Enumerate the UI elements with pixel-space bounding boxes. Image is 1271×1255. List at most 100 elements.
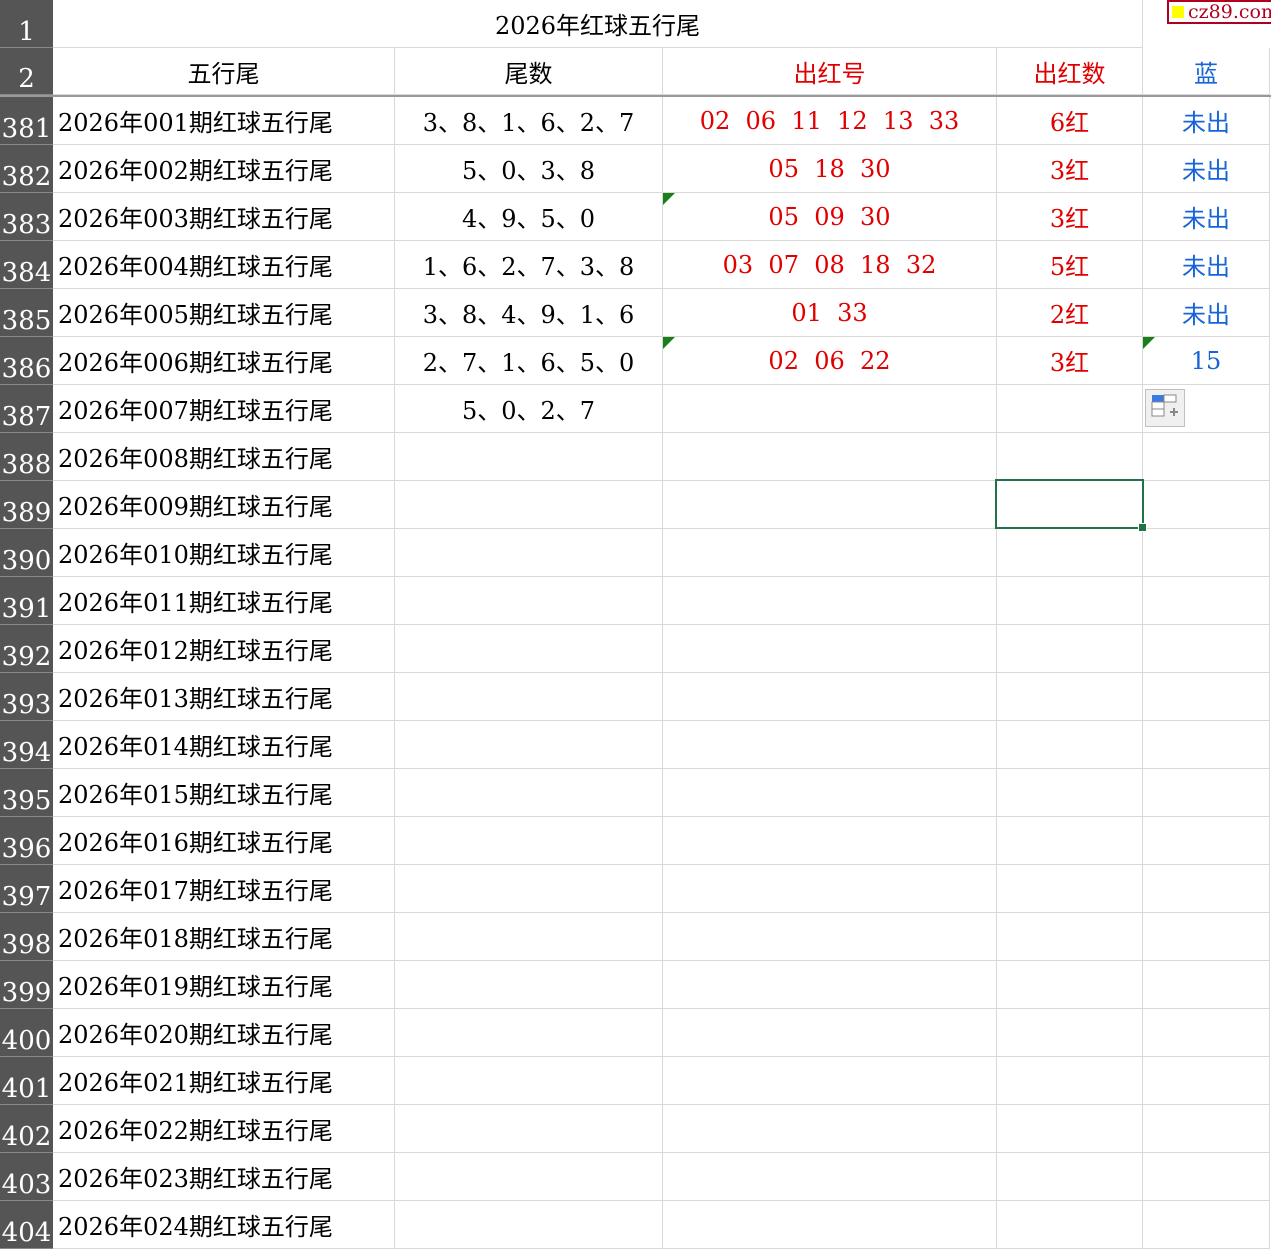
cell-b[interactable] (395, 1009, 663, 1057)
row-header[interactable]: 2 (0, 48, 53, 95)
row-header[interactable]: 397 (0, 865, 53, 913)
header-red-numbers[interactable]: 出红号 (663, 48, 997, 95)
row-header[interactable]: 385 (0, 289, 53, 337)
cell-c[interactable] (663, 817, 997, 865)
row-header[interactable]: 384 (0, 241, 53, 289)
cell-c[interactable]: 05 18 30 (663, 145, 997, 193)
cell-a[interactable]: 2026年024期红球五行尾 (53, 1201, 395, 1249)
cell-a[interactable]: 2026年009期红球五行尾 (53, 481, 395, 529)
cell-c[interactable] (663, 385, 997, 433)
cell-d[interactable] (997, 433, 1143, 481)
row-header[interactable]: 392 (0, 625, 53, 673)
cell-d[interactable] (997, 1057, 1143, 1105)
row-header[interactable]: 399 (0, 961, 53, 1009)
cell-b[interactable]: 4、9、5、0 (395, 193, 663, 241)
cell-a[interactable]: 2026年001期红球五行尾 (53, 97, 395, 145)
cell-b[interactable]: 5、0、2、7 (395, 385, 663, 433)
cell-a[interactable]: 2026年023期红球五行尾 (53, 1153, 395, 1201)
cell-a[interactable]: 2026年005期红球五行尾 (53, 289, 395, 337)
cell-b[interactable] (395, 913, 663, 961)
row-header[interactable]: 398 (0, 913, 53, 961)
cell-e[interactable] (1143, 1105, 1270, 1153)
cell-e[interactable]: 15 (1143, 337, 1270, 385)
row-header[interactable]: 395 (0, 769, 53, 817)
cell-c[interactable] (663, 481, 997, 529)
cell-b[interactable] (395, 865, 663, 913)
cell-e[interactable] (1143, 1201, 1270, 1249)
cell-b[interactable] (395, 529, 663, 577)
row-header[interactable]: 393 (0, 673, 53, 721)
cell-d[interactable]: 3红 (997, 145, 1143, 193)
cell-c[interactable] (663, 673, 997, 721)
cell-a[interactable]: 2026年020期红球五行尾 (53, 1009, 395, 1057)
cell-d[interactable] (997, 769, 1143, 817)
cell-b[interactable]: 5、0、3、8 (395, 145, 663, 193)
cell-a[interactable]: 2026年019期红球五行尾 (53, 961, 395, 1009)
cell-a[interactable]: 2026年016期红球五行尾 (53, 817, 395, 865)
fill-handle[interactable] (1138, 523, 1147, 532)
cell-c[interactable]: 05 09 30 (663, 193, 997, 241)
cell-e[interactable] (1143, 625, 1270, 673)
cell-e[interactable] (1143, 817, 1270, 865)
row-header[interactable]: 382 (0, 145, 53, 193)
cell-d[interactable] (997, 673, 1143, 721)
cell-c[interactable] (663, 721, 997, 769)
cell-c[interactable] (663, 625, 997, 673)
row-header[interactable]: 389 (0, 481, 53, 529)
row-header[interactable]: 403 (0, 1153, 53, 1201)
cell-a[interactable]: 2026年012期红球五行尾 (53, 625, 395, 673)
cell-d[interactable] (997, 913, 1143, 961)
cell-e[interactable] (1143, 1153, 1270, 1201)
cell-c[interactable] (663, 865, 997, 913)
cell-b[interactable]: 1、6、2、7、3、8 (395, 241, 663, 289)
cell-a[interactable]: 2026年007期红球五行尾 (53, 385, 395, 433)
cell-b[interactable] (395, 817, 663, 865)
cell-d[interactable] (997, 577, 1143, 625)
cell-a[interactable]: 2026年003期红球五行尾 (53, 193, 395, 241)
cell-d[interactable]: 6红 (997, 97, 1143, 145)
cell-c[interactable] (663, 1057, 997, 1105)
cell-b[interactable] (395, 1153, 663, 1201)
cell-b[interactable] (395, 673, 663, 721)
cell-b[interactable] (395, 625, 663, 673)
cell-e[interactable] (1143, 961, 1270, 1009)
row-header[interactable]: 388 (0, 433, 53, 481)
cell-a[interactable]: 2026年004期红球五行尾 (53, 241, 395, 289)
cell-a[interactable]: 2026年017期红球五行尾 (53, 865, 395, 913)
cell-d[interactable] (997, 385, 1143, 433)
cell-d[interactable] (997, 625, 1143, 673)
cell-b[interactable]: 3、8、4、9、1、6 (395, 289, 663, 337)
cell-d[interactable] (997, 961, 1143, 1009)
sheet-title[interactable]: 2026年红球五行尾 (53, 0, 1143, 48)
cell-e[interactable] (1143, 433, 1270, 481)
header-wuxingwei[interactable]: 五行尾 (53, 48, 395, 95)
row-header[interactable]: 394 (0, 721, 53, 769)
cell-d[interactable] (997, 1153, 1143, 1201)
cell-d[interactable] (997, 817, 1143, 865)
cell-e[interactable]: 未出 (1143, 145, 1270, 193)
cell-c[interactable] (663, 961, 997, 1009)
paste-options-icon[interactable] (1145, 389, 1185, 427)
cell-c[interactable] (663, 769, 997, 817)
cell-d[interactable]: 3红 (997, 337, 1143, 385)
cell-d[interactable] (997, 1201, 1143, 1249)
header-blue[interactable]: 蓝 (1143, 48, 1270, 95)
row-header[interactable]: 404 (0, 1201, 53, 1249)
row-header[interactable]: 402 (0, 1105, 53, 1153)
cell-c[interactable] (663, 1009, 997, 1057)
cell-e[interactable] (1143, 481, 1270, 529)
row-header[interactable]: 386 (0, 337, 53, 385)
cell-c[interactable]: 02 06 11 12 13 33 (663, 97, 997, 145)
cell-b[interactable] (395, 577, 663, 625)
cell-d[interactable] (997, 1105, 1143, 1153)
cell-a[interactable]: 2026年021期红球五行尾 (53, 1057, 395, 1105)
row-header[interactable]: 391 (0, 577, 53, 625)
cell-e[interactable]: 未出 (1143, 289, 1270, 337)
row-header[interactable]: 387 (0, 385, 53, 433)
cell-c[interactable] (663, 529, 997, 577)
cell-e[interactable] (1143, 1057, 1270, 1105)
cell-d[interactable] (997, 1009, 1143, 1057)
row-header[interactable]: 1 (0, 0, 53, 48)
cell-e[interactable] (1143, 577, 1270, 625)
cell-b[interactable] (395, 481, 663, 529)
